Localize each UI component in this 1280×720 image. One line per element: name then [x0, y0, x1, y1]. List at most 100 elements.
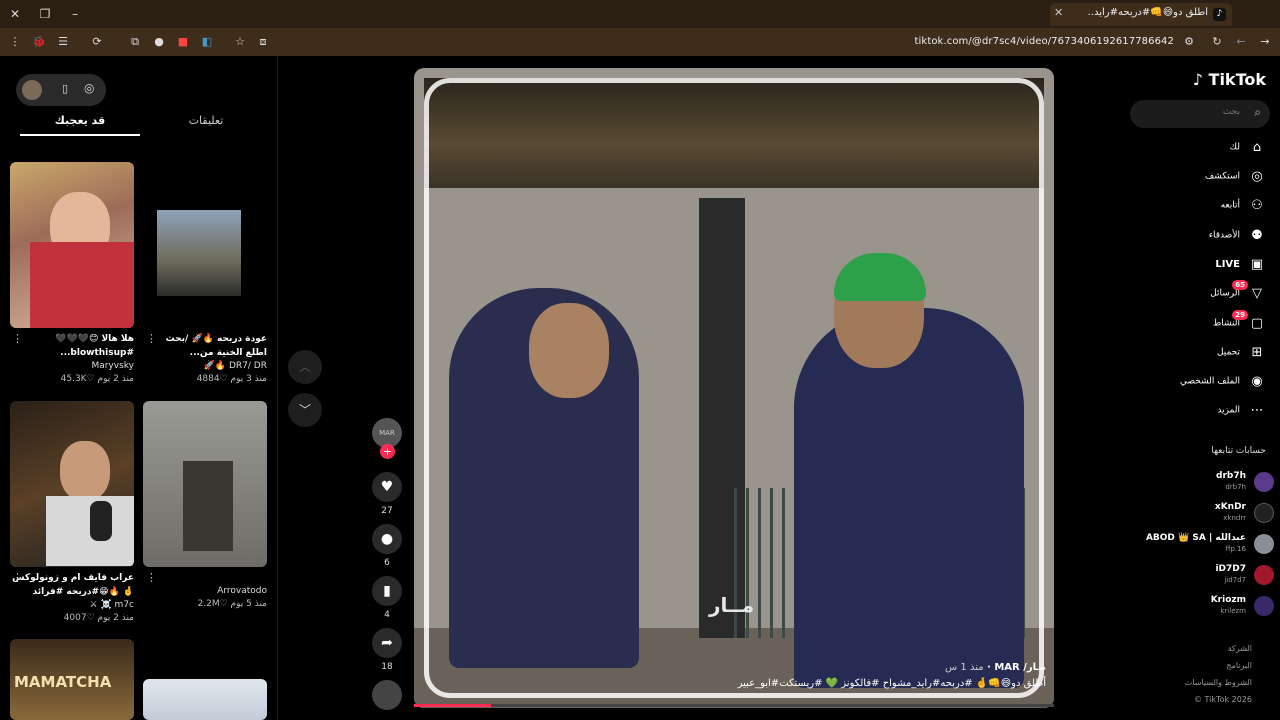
- video-caption[interactable]: عراب فايف ام و زونولوكس 🤞 🔥😁#دربحه #فرائ…: [10, 571, 134, 599]
- browser-tab[interactable]: ♪ أطلق دو😄👊#دربحه#رايد... ✕: [1050, 3, 1232, 26]
- nav-item-friends[interactable]: ⚉ الأصدقاء: [1209, 228, 1266, 250]
- share-button[interactable]: ➦: [372, 628, 402, 658]
- nav-label: LIVE: [1215, 259, 1240, 270]
- puzzle-icon[interactable]: ⧉: [126, 33, 144, 51]
- nav-item-following[interactable]: ⚇ أتابعه: [1221, 198, 1266, 220]
- video-user[interactable]: DR7/ DR 🔥🚀: [143, 360, 267, 373]
- nav-label: تحميل: [1216, 347, 1240, 358]
- video-author[interactable]: مـار/ MAR: [994, 662, 1046, 673]
- more-options-icon[interactable]: ⋮: [146, 332, 157, 345]
- account-handle: drb7h: [1225, 483, 1246, 491]
- music-disc-icon[interactable]: [372, 680, 402, 710]
- video-thumbnail[interactable]: [10, 401, 134, 567]
- url-field[interactable]: tiktok.com/@dr7sc4/video/767340619261778…: [915, 36, 1174, 47]
- video-thumbnail[interactable]: [143, 679, 267, 720]
- account-name: Kriozm: [1210, 595, 1246, 605]
- nav-item-explore[interactable]: ◎ استكشف: [1205, 169, 1266, 191]
- video-thumbnail[interactable]: MAMATCHA: [10, 639, 134, 720]
- following-account[interactable]: iD7D7 jid7d7: [1134, 562, 1274, 588]
- account-name: drb7h: [1216, 471, 1246, 481]
- account-name: iD7D7: [1215, 564, 1246, 574]
- thumbnail-text: MAMATCHA: [14, 673, 112, 691]
- tab-title: أطلق دو😄👊#دربحه#رايد...: [1088, 7, 1208, 18]
- heart-icon: ♡: [219, 374, 228, 384]
- next-video-button[interactable]: ﹀: [288, 393, 322, 427]
- bookmark-star-icon[interactable]: ☆: [231, 33, 249, 51]
- tab-you-may-like[interactable]: قد يعجبك: [20, 114, 140, 136]
- video-thumbnail[interactable]: [143, 401, 267, 567]
- video-progress-bar[interactable]: [414, 704, 1054, 707]
- like-button[interactable]: ♥: [372, 472, 402, 502]
- more-options-icon[interactable]: ⋮: [12, 571, 23, 584]
- restore-window-icon[interactable]: ❐: [34, 4, 56, 24]
- nav-item-activity[interactable]: ▢ النشاط 29: [1212, 310, 1266, 338]
- nav-item-live[interactable]: ▣ LIVE: [1215, 257, 1266, 279]
- extension-icon[interactable]: ☰: [54, 33, 72, 51]
- reload-icon[interactable]: ↻: [1208, 33, 1226, 51]
- panel-tabs: قد يعجبك تعليقات: [20, 114, 266, 136]
- screenshot-icon[interactable]: ⧈: [254, 33, 272, 51]
- translate-icon[interactable]: ◧: [198, 33, 216, 51]
- follow-plus-icon[interactable]: +: [380, 444, 395, 459]
- following-account[interactable]: Kriozm krilezm: [1134, 593, 1274, 619]
- mini-player-controls: ▯ ◎: [16, 74, 106, 106]
- phone-icon[interactable]: ▯: [62, 82, 68, 95]
- video-caption[interactable]: هلا هالا 😊🖤🖤🖤 #blowthisup...: [10, 332, 134, 360]
- video-user[interactable]: Arrovatodo: [143, 585, 267, 598]
- footer-link[interactable]: البرنامج: [1226, 661, 1252, 670]
- close-tab-icon[interactable]: ✕: [1054, 6, 1063, 19]
- menu-dots-icon[interactable]: ⋮: [6, 33, 24, 51]
- comment-button[interactable]: ●: [372, 524, 402, 554]
- tab-comments[interactable]: تعليقات: [146, 114, 266, 127]
- video-caption[interactable]: أطلق دو😄👊🤞 #دربحه#رايد_مشواح #فالكونز 💚 …: [486, 676, 1046, 692]
- nav-label: الرسائل: [1210, 288, 1240, 299]
- footer-link[interactable]: الشركة: [1228, 644, 1252, 653]
- compass-icon[interactable]: ◎: [84, 81, 94, 95]
- following-account[interactable]: ABOD 👑 SA | عبدالله ffp.16: [1134, 531, 1274, 557]
- more-options-icon[interactable]: ⋮: [12, 332, 23, 345]
- more-options-icon[interactable]: ⋮: [146, 571, 157, 584]
- footer-link[interactable]: الشروط والسياسات: [1185, 678, 1252, 687]
- nav-item-profile[interactable]: ◉ الملف الشخصي: [1180, 374, 1266, 396]
- video-caption[interactable]: عودة دربحه 🔥🚀 /بحث اطلع الخنية من...: [143, 332, 267, 360]
- nav-item-upload[interactable]: ⊞ تحميل: [1217, 345, 1266, 367]
- video-progress-fill: [414, 704, 491, 707]
- following-account[interactable]: drb7h drb7h: [1134, 469, 1274, 495]
- messages-badge: 65: [1232, 280, 1248, 290]
- extension-icon[interactable]: 🐞: [30, 33, 48, 51]
- video-time: منذ 1 س: [945, 662, 984, 673]
- forward-icon[interactable]: ←: [1232, 33, 1250, 51]
- main-navigation: ♪ TikTok بحث ⌕ ⌂ لك ◎ استكشف ⚇ أتابعه ⚉ الأص…: [1126, 56, 1280, 720]
- extension-icon[interactable]: ●: [150, 33, 168, 51]
- close-window-icon[interactable]: ✕: [4, 4, 26, 24]
- save-button[interactable]: ▮: [372, 576, 402, 606]
- previous-video-button[interactable]: ︿: [288, 350, 322, 384]
- upload-icon: ⊞: [1251, 345, 1263, 360]
- video-likes: 45.3K: [60, 374, 87, 384]
- back-icon[interactable]: →: [1256, 33, 1274, 51]
- following-header: حسابات تتابعها: [1211, 446, 1266, 456]
- video-player[interactable]: مــار: [414, 68, 1054, 708]
- site-settings-icon[interactable]: ⚙: [1180, 33, 1198, 51]
- nav-item-more[interactable]: ⋯ المزيد: [1217, 403, 1266, 425]
- tiktok-icon: ♪: [1213, 8, 1226, 21]
- nav-item-messages[interactable]: ▽ الرسائل 65: [1210, 280, 1266, 308]
- adblock-icon[interactable]: ■: [174, 33, 192, 51]
- video-user[interactable]: m7c ☠️ ⚔: [10, 599, 134, 612]
- nav-label: المزيد: [1217, 405, 1240, 416]
- following-account[interactable]: xKnDr xkndrr: [1134, 500, 1274, 526]
- user-plus-icon: ⚇: [1251, 198, 1263, 213]
- video-user[interactable]: Maryvsky: [10, 360, 134, 373]
- tiktok-logo[interactable]: ♪ TikTok: [1193, 70, 1266, 89]
- nav-item-for-you[interactable]: ⌂ لك: [1230, 140, 1266, 162]
- bookmark-icon: ▮: [383, 583, 391, 599]
- nav-label: النشاط: [1212, 318, 1240, 329]
- video-actions: MAR + ♥ 27 ● 6 ▮ 4 ➦ 18: [370, 418, 404, 720]
- search-input[interactable]: بحث ⌕: [1130, 100, 1270, 128]
- video-thumbnail[interactable]: [10, 162, 134, 328]
- video-thumbnail[interactable]: [143, 162, 267, 328]
- extension-icon[interactable]: ⟳: [88, 33, 106, 51]
- heart-icon: ♡: [219, 599, 228, 609]
- avatar[interactable]: [22, 80, 42, 100]
- minimize-window-icon[interactable]: –: [64, 4, 86, 24]
